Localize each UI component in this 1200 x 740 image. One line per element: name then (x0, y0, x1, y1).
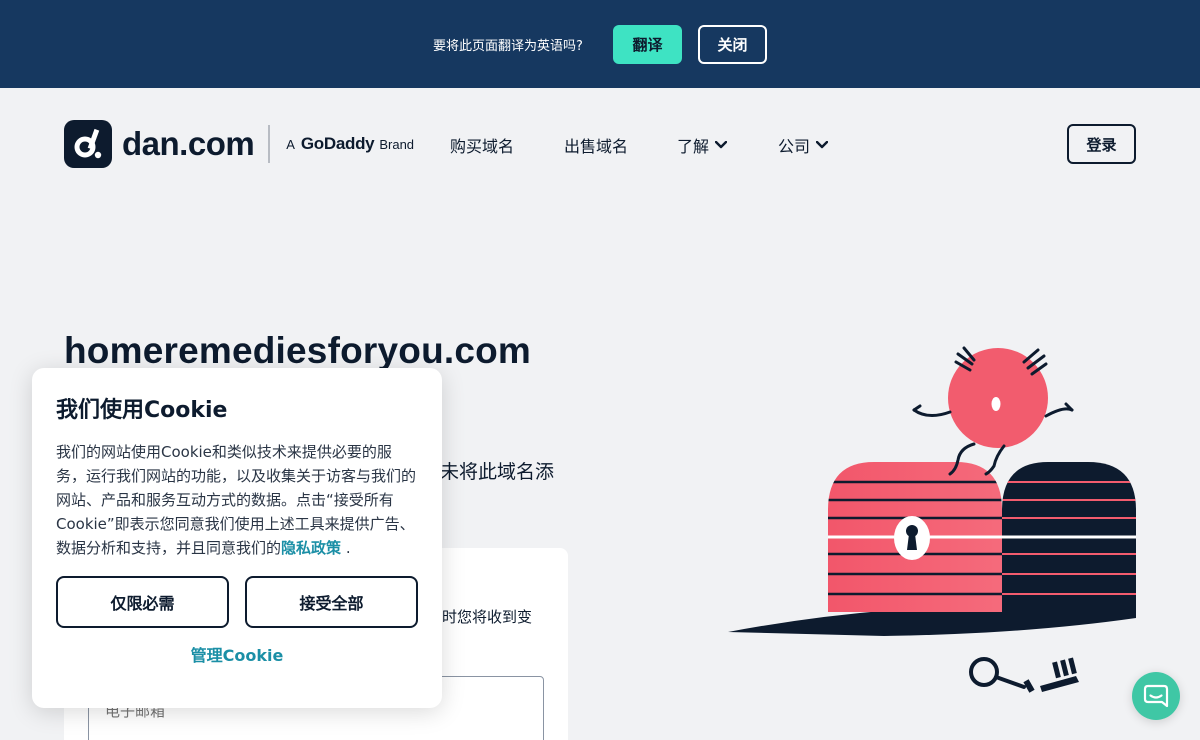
godaddy-brand-tag: A GoDaddy Brand (286, 134, 414, 154)
brand-name: GoDaddy (300, 134, 375, 153)
manage-cookie-link[interactable]: 管理Cookie (56, 642, 418, 666)
privacy-policy-link[interactable]: 隐私政策 (281, 539, 341, 557)
close-translate-button[interactable]: 关闭 (697, 24, 767, 64)
nav-learn[interactable]: 了解 (677, 133, 728, 157)
cookie-title: 我们使用Cookie (56, 398, 228, 423)
dan-logo-icon (64, 120, 112, 168)
nav-company-label: 公司 (778, 137, 811, 156)
cookie-actions: 仅限必需 接受全部 (56, 576, 418, 628)
chevron-down-icon (816, 141, 829, 149)
nav-sell-domain[interactable]: 出售域名 (564, 133, 628, 157)
logo-text: dan.com (122, 125, 255, 162)
cookie-body-text: 我们的网站使用Cookie和类似技术来提供必要的服务，运行我们网站的功能，以及收… (56, 443, 417, 557)
nav-company[interactable]: 公司 (778, 133, 829, 157)
domain-title: homeremediesforyou.com (64, 330, 532, 371)
brand-prefix: A (286, 137, 295, 152)
nav-buy-domain[interactable]: 购买域名 (450, 133, 514, 157)
translate-button[interactable]: 翻译 (612, 24, 682, 64)
domain-subtext: 未将此域名添 (440, 461, 555, 483)
nav-learn-label: 了解 (677, 137, 710, 156)
treasure-chest-illustration (724, 340, 1144, 700)
cookie-consent-dialog: 我们使用Cookie 我们的网站使用Cookie和类似技术来提供必要的服务，运行… (32, 368, 442, 708)
nav-buy-domain-label: 购买域名 (450, 137, 515, 156)
nav-sell-domain-label: 出售域名 (564, 137, 629, 156)
chat-icon (1143, 684, 1169, 708)
notify-card-text: 时您将收到变 (442, 608, 533, 626)
login-button[interactable]: 登录 (1067, 124, 1136, 164)
necessary-only-button[interactable]: 仅限必需 (56, 576, 229, 628)
site-logo[interactable]: dan.com A GoDaddy Brand (64, 120, 414, 168)
logo-divider (268, 125, 271, 163)
chevron-down-icon (715, 141, 728, 149)
cookie-description: 我们的网站使用Cookie和类似技术来提供必要的服务，运行我们网站的功能，以及收… (56, 440, 418, 560)
cookie-body-period: . (345, 539, 351, 557)
brand-suffix: Brand (379, 137, 415, 152)
translate-bar: 要将此页面翻译为英语吗? 翻译 关闭 (0, 0, 1200, 88)
translate-message: 要将此页面翻译为英语吗? (433, 38, 583, 54)
chat-launcher-button[interactable] (1132, 672, 1180, 720)
accept-all-button[interactable]: 接受全部 (245, 576, 418, 628)
